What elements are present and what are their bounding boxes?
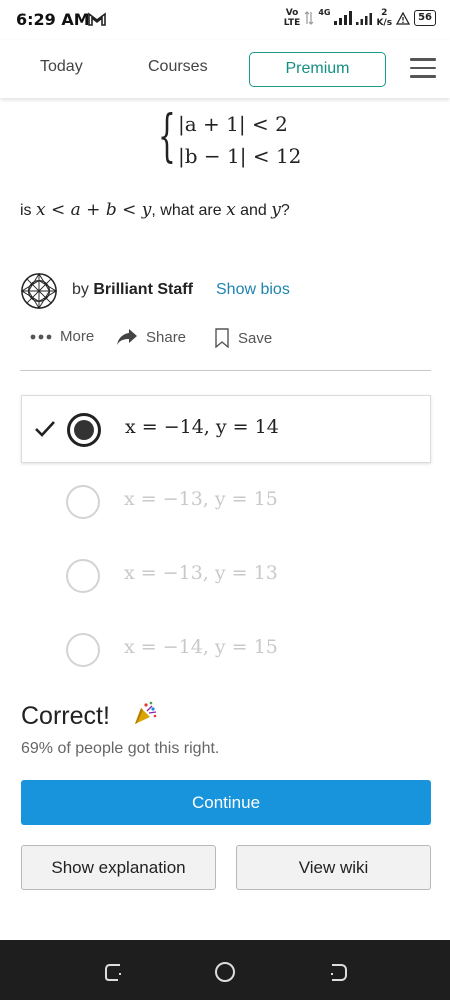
- inequality-1: |a + 1| < 2: [178, 112, 288, 136]
- question-math: x < a + b < y: [36, 200, 152, 220]
- volte-indicator: Vo LTE: [283, 8, 301, 28]
- view-wiki-button[interactable]: View wiki: [236, 845, 431, 890]
- author-name: Brilliant Staff: [93, 281, 193, 298]
- premium-button[interactable]: Premium: [249, 52, 386, 87]
- continue-button[interactable]: Continue: [21, 780, 431, 825]
- battery-indicator: 56: [414, 10, 436, 26]
- net-speed: 2 K/s: [376, 8, 393, 28]
- signal-2-icon: [356, 13, 373, 25]
- answer-label: x = −14, y = 15: [124, 636, 278, 658]
- top-navigation: Today Courses Premium: [0, 40, 450, 98]
- result-stat: 69% of people got this right.: [21, 740, 220, 757]
- party-popper-icon: [135, 701, 157, 724]
- system-navigation-bar: [0, 940, 450, 1000]
- bookmark-icon: [215, 328, 229, 348]
- nav-courses[interactable]: Courses: [148, 58, 208, 76]
- more-button[interactable]: More: [30, 328, 94, 345]
- radio-button[interactable]: [66, 633, 100, 667]
- question-text: is x < a + b < y, what are x and y?: [20, 200, 290, 220]
- status-indicators: Vo LTE 4G 2 K/s 56: [284, 8, 436, 28]
- data-arrows-icon: [304, 11, 314, 25]
- answer-option-1[interactable]: x = −14, y = 14: [21, 395, 431, 463]
- answer-option-2[interactable]: x = −13, y = 15: [21, 468, 431, 536]
- result-title: Correct!: [21, 702, 110, 730]
- nav-today[interactable]: Today: [40, 58, 83, 76]
- show-bios-link[interactable]: Show bios: [216, 281, 290, 299]
- answer-label: x = −13, y = 13: [124, 562, 278, 584]
- answer-label: x = −14, y = 14: [125, 416, 279, 438]
- brilliant-logo-icon: [20, 272, 58, 310]
- signal-icon: [334, 11, 353, 25]
- home-icon[interactable]: [213, 960, 237, 984]
- answer-option-3[interactable]: x = −13, y = 13: [21, 542, 431, 610]
- more-dots-icon: [30, 334, 52, 339]
- gmail-icon: [88, 12, 106, 26]
- author-byline: by Brilliant Staff: [72, 281, 193, 298]
- status-bar: 6:29 AM Vo LTE 4G 2 K/s 56: [0, 0, 450, 40]
- recents-icon[interactable]: [102, 960, 126, 984]
- action-row: More Share Save: [28, 328, 428, 352]
- warning-icon: [396, 11, 411, 25]
- inequality-2: |b − 1| < 12: [178, 144, 302, 168]
- brace-icon: {: [158, 104, 176, 169]
- back-icon[interactable]: [326, 960, 350, 984]
- answer-label: x = −13, y = 15: [124, 488, 278, 510]
- answer-option-4[interactable]: x = −14, y = 15: [21, 616, 431, 684]
- status-time: 6:29 AM: [16, 10, 90, 29]
- radio-button[interactable]: [67, 413, 101, 447]
- hamburger-menu-icon[interactable]: [410, 58, 436, 80]
- share-button[interactable]: Share: [116, 328, 186, 346]
- radio-button[interactable]: [66, 485, 100, 519]
- radio-button[interactable]: [66, 559, 100, 593]
- inequality-system: { |a + 1| < 2 |b − 1| < 12: [158, 108, 318, 170]
- checkmark-icon: [35, 421, 55, 437]
- show-explanation-button[interactable]: Show explanation: [21, 845, 216, 890]
- network-type: 4G: [318, 8, 331, 17]
- save-button[interactable]: Save: [214, 328, 272, 348]
- share-arrow-icon: [117, 329, 137, 345]
- divider: [20, 370, 431, 371]
